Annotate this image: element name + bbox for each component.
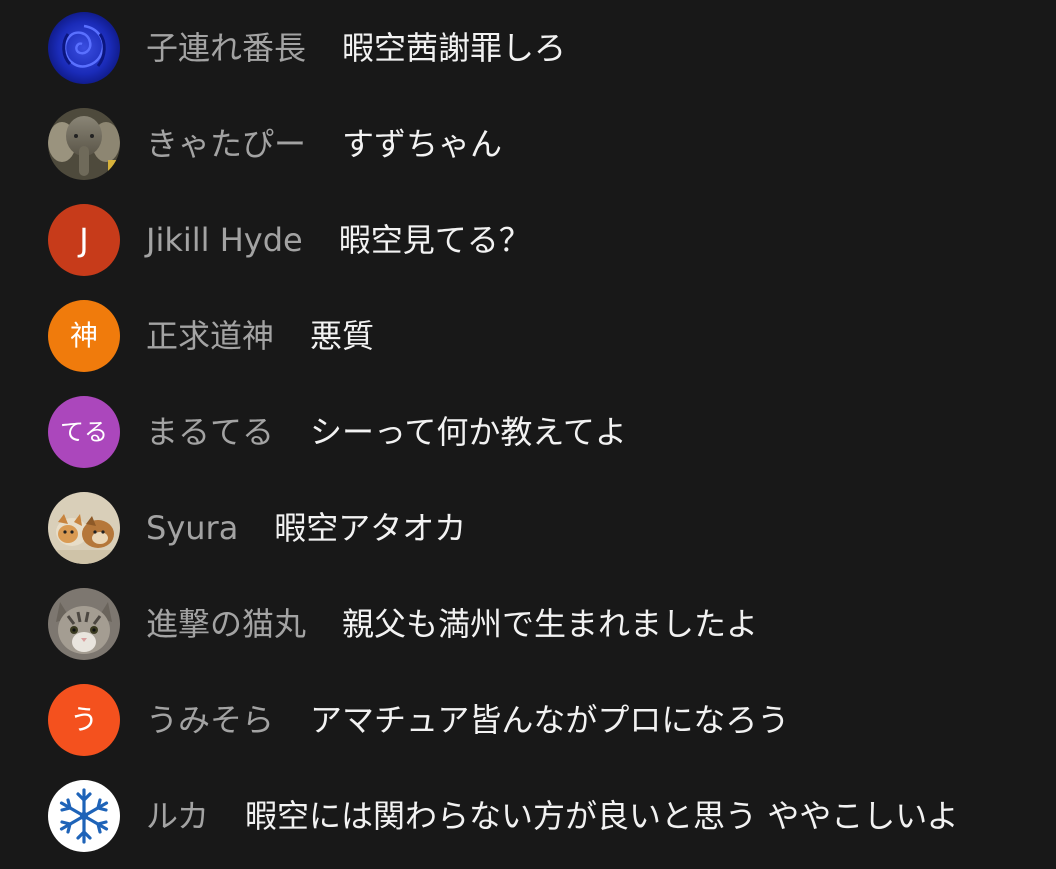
avatar-letter: てる (60, 418, 108, 446)
message-text: 悪質 (310, 317, 375, 355)
author-name[interactable]: まるてる (146, 413, 274, 451)
author-name[interactable]: Syura (146, 509, 238, 547)
chat-message: J Jikill Hyde 暇空見てる？ (0, 192, 1056, 288)
avatar[interactable]: う (48, 684, 120, 756)
avatar[interactable] (48, 108, 120, 180)
chat-message: ルカ 暇空には関わらない方が良いと思う ややこしいよ (0, 768, 1056, 864)
message-text: 暇空見てる？ (338, 221, 531, 259)
chat-message: 進撃の猫丸 親父も満州で生まれましたよ (0, 576, 1056, 672)
chat-message-list: 子連れ番長 暇空茜謝罪しろ きゃたぴー すずちゃん J Jikill Hyde … (0, 0, 1056, 869)
author-name[interactable]: 子連れ番長 (146, 29, 306, 67)
chat-message: Syura 暇空アタオカ (0, 480, 1056, 576)
blue-rose-icon (48, 12, 120, 84)
cat-icon (48, 588, 120, 660)
author-name[interactable]: うみそら (146, 701, 274, 739)
chat-message: きゃたぴー すずちゃん (0, 96, 1056, 192)
avatar-letter: う (69, 703, 98, 736)
message-text: 暇空には関わらない方が良いと思う ややこしいよ (245, 797, 959, 835)
avatar-letter: 神 (69, 319, 98, 352)
message-text: アマチュア皆んながプロになろう (310, 701, 790, 739)
message-line: 正求道神 悪質 (146, 316, 374, 356)
message-text: すずちゃん (342, 125, 503, 163)
message-text: 暇空茜謝罪しろ (342, 29, 567, 67)
message-line: Jikill Hyde 暇空見てる？ (146, 220, 531, 260)
avatar-letter: J (79, 221, 89, 259)
message-line: きゃたぴー すずちゃん (146, 124, 502, 164)
chat-message: 子連れ番長 暇空茜謝罪しろ (0, 0, 1056, 96)
snowflake-icon (48, 780, 120, 852)
elephant-icon (48, 108, 120, 180)
message-line: まるてる シーって何か教えてよ (146, 412, 627, 452)
avatar[interactable] (48, 780, 120, 852)
message-line: 子連れ番長 暇空茜謝罪しろ (146, 28, 566, 68)
message-text: 暇空アタオカ (274, 509, 467, 547)
avatar[interactable] (48, 588, 120, 660)
puppies-icon (48, 492, 120, 564)
author-name[interactable]: Jikill Hyde (146, 221, 303, 259)
chat-message: てる まるてる シーって何か教えてよ (0, 384, 1056, 480)
message-line: 進撃の猫丸 親父も満州で生まれましたよ (146, 604, 758, 644)
author-name[interactable]: 正求道神 (146, 317, 274, 355)
message-text: シーって何か教えてよ (310, 413, 627, 451)
message-line: Syura 暇空アタオカ (146, 508, 466, 548)
avatar[interactable] (48, 492, 120, 564)
message-line: うみそら アマチュア皆んながプロになろう (146, 700, 789, 740)
avatar[interactable]: てる (48, 396, 120, 468)
author-name[interactable]: 進撃の猫丸 (146, 605, 306, 643)
message-text: 親父も満州で生まれましたよ (342, 605, 759, 643)
author-name[interactable]: きゃたぴー (146, 125, 306, 163)
avatar[interactable]: 神 (48, 300, 120, 372)
chat-message: う うみそら アマチュア皆んながプロになろう (0, 672, 1056, 768)
author-name[interactable]: ルカ (146, 797, 209, 835)
avatar[interactable] (48, 12, 120, 84)
chat-message: 神 正求道神 悪質 (0, 288, 1056, 384)
avatar[interactable]: J (48, 204, 120, 276)
message-line: ルカ 暇空には関わらない方が良いと思う ややこしいよ (146, 796, 959, 836)
